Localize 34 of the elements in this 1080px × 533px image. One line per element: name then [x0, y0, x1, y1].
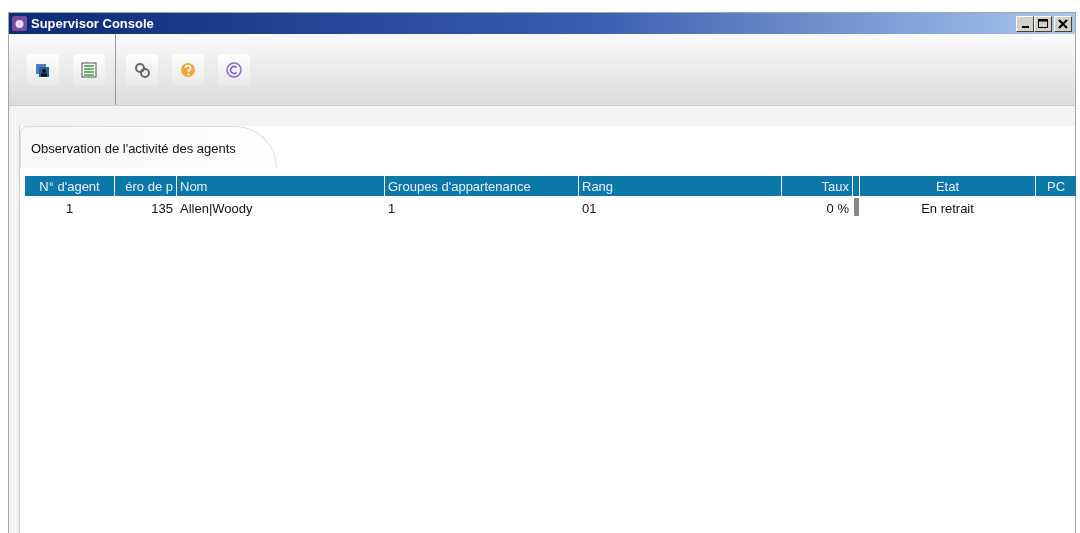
table-cell-text: 0 %: [825, 199, 850, 218]
column-header[interactable]: Taux: [782, 175, 852, 196]
list-button[interactable]: [73, 53, 105, 86]
maximize-icon: [1038, 19, 1048, 28]
minimize-icon: [1021, 25, 1029, 28]
tab[interactable]: Observation de l'activité des agents: [20, 126, 277, 168]
close-icon: [1058, 18, 1068, 29]
gears-icon: [133, 60, 151, 79]
gears-button[interactable]: [126, 53, 158, 86]
column-header[interactable]: éro de p: [115, 175, 176, 196]
app-icon: [12, 16, 27, 31]
table-cell-text: Allen|Woody: [179, 199, 254, 218]
column-header[interactable]: Groupes d'appartenance: [385, 175, 578, 196]
help-icon: [179, 60, 197, 79]
people-button[interactable]: [27, 53, 59, 86]
maximize-button[interactable]: [1034, 15, 1052, 32]
column-header[interactable]: Nom: [177, 175, 384, 196]
bar-icon: [853, 198, 859, 217]
close-button[interactable]: [1054, 15, 1072, 32]
column-header[interactable]: Rang: [579, 175, 781, 196]
minimize-button[interactable]: [1016, 15, 1034, 32]
copyright-button[interactable]: [218, 53, 250, 86]
list-icon: [80, 60, 98, 79]
table-cell-text: 1: [387, 199, 397, 218]
window-title: Supervisor Console: [31, 14, 155, 33]
column-header[interactable]: PC: [1036, 175, 1076, 196]
column-header[interactable]: N° d'agent: [25, 175, 114, 196]
table-cell-text: 135: [150, 199, 174, 218]
table-cell-text: 1: [64, 199, 75, 218]
header-spacer: [853, 175, 859, 196]
table-cell-text: En retrait: [920, 199, 975, 218]
copyright-icon: [225, 60, 243, 79]
table-cell-text: 01: [581, 199, 598, 218]
column-header[interactable]: Etat: [860, 175, 1035, 196]
